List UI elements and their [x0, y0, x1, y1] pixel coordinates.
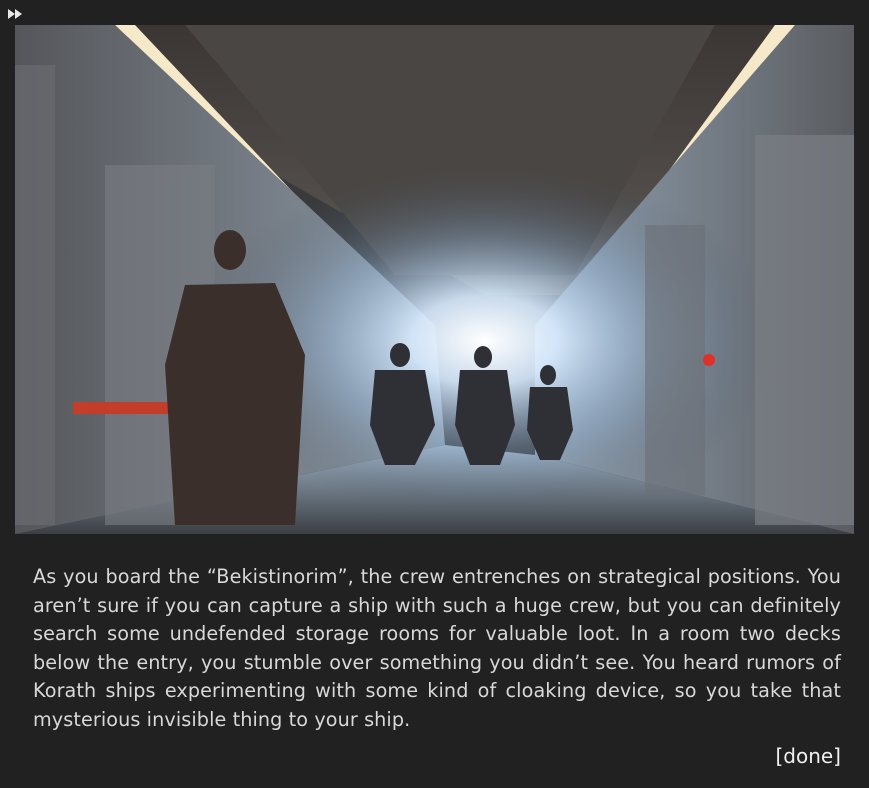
fast-forward-icon[interactable] — [6, 6, 26, 22]
story-text: As you board the “Bekistinorim”, the cre… — [33, 565, 841, 731]
scene-illustration — [15, 25, 854, 534]
done-button[interactable]: [done] — [775, 742, 841, 770]
